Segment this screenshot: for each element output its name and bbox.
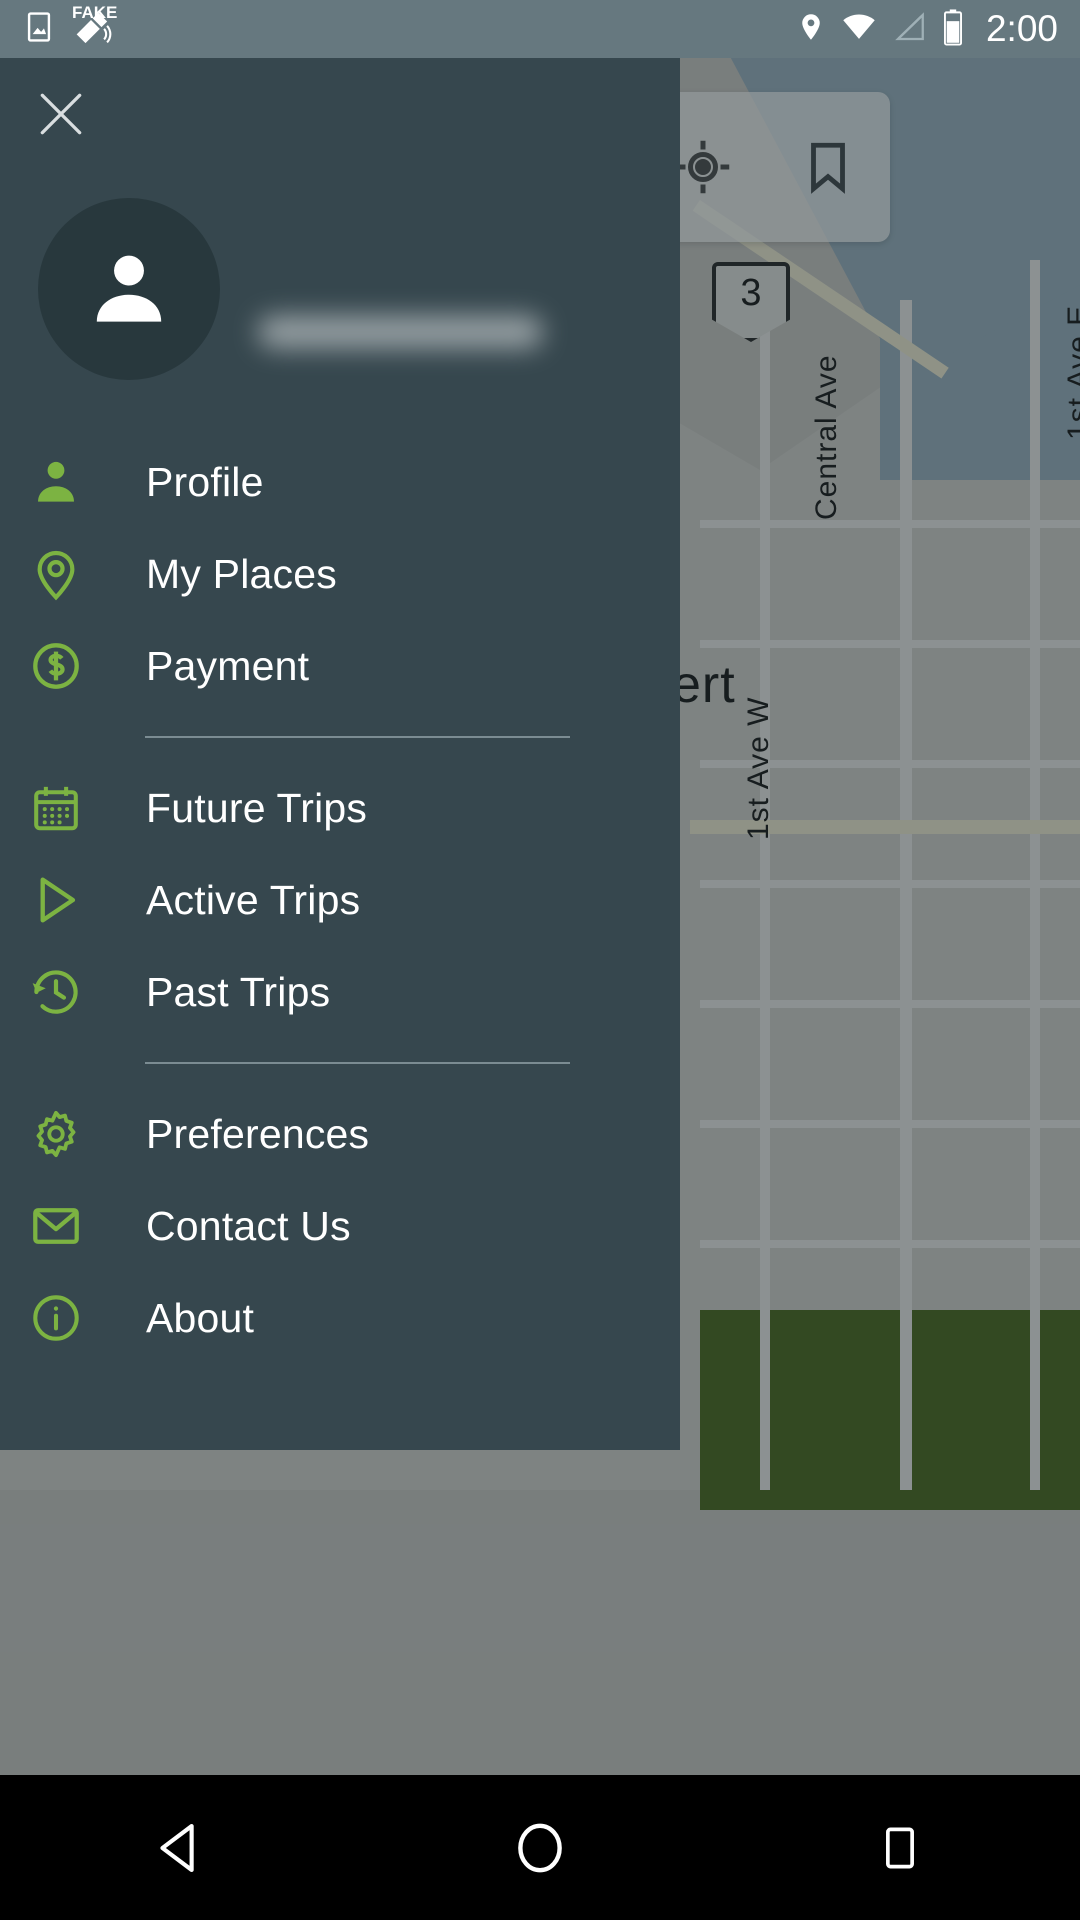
menu-item-label: Active Trips — [146, 876, 361, 923]
menu-item-label: Payment — [146, 642, 310, 689]
app-screen: 3 Central Ave 1st Ave E 1st Ave W ert — [0, 0, 1080, 1920]
recents-button[interactable] — [825, 1775, 975, 1920]
menu-item-active-trips[interactable]: Active Trips — [0, 854, 680, 946]
history-clock-icon — [18, 964, 94, 1020]
menu-item-label: Preferences — [146, 1110, 370, 1157]
cell-signal-icon — [892, 10, 928, 49]
location-pin-icon — [796, 10, 826, 49]
avatar[interactable] — [38, 198, 220, 380]
menu-item-future-trips[interactable]: Future Trips — [0, 762, 680, 854]
menu-divider — [145, 736, 570, 738]
menu-item-preferences[interactable]: Preferences — [0, 1088, 680, 1180]
menu-item-contact-us[interactable]: Contact Us — [0, 1180, 680, 1272]
status-bar-system-icons: 2:00 — [796, 8, 1058, 51]
menu-item-profile[interactable]: Profile — [0, 436, 680, 528]
image-icon — [22, 10, 56, 49]
gear-icon — [18, 1107, 94, 1161]
drawer-menu: Profile My Places Payment Future Trips A… — [0, 436, 680, 1364]
menu-item-label: Contact Us — [146, 1202, 351, 1249]
menu-item-payment[interactable]: Payment — [0, 620, 680, 712]
menu-item-label: Future Trips — [146, 784, 368, 831]
envelope-icon — [18, 1199, 94, 1253]
menu-item-past-trips[interactable]: Past Trips — [0, 946, 680, 1038]
wifi-icon — [839, 10, 879, 49]
menu-item-my-places[interactable]: My Places — [0, 528, 680, 620]
menu-item-label: About — [146, 1294, 255, 1341]
fake-gps-icon: FAKE — [72, 3, 117, 52]
menu-item-label: Profile — [146, 458, 264, 505]
back-button[interactable] — [105, 1775, 255, 1920]
menu-item-label: Past Trips — [146, 968, 331, 1015]
status-bar-notifications: FAKE — [22, 3, 117, 52]
username-redacted — [258, 316, 543, 348]
android-navigation-bar — [0, 1775, 1080, 1920]
home-button[interactable] — [465, 1775, 615, 1920]
info-circle-icon — [18, 1291, 94, 1345]
close-drawer-button[interactable] — [27, 80, 95, 148]
calendar-icon — [18, 781, 94, 835]
menu-item-label: My Places — [146, 550, 337, 597]
map-pin-icon — [18, 546, 94, 602]
status-bar: FAKE 2:00 — [0, 0, 1080, 58]
menu-item-about[interactable]: About — [0, 1272, 680, 1364]
dollar-circle-icon — [18, 639, 94, 693]
navigation-drawer: Profile My Places Payment Future Trips A… — [0, 58, 680, 1450]
status-bar-clock: 2:00 — [985, 8, 1058, 49]
fake-gps-label: FAKE — [72, 2, 118, 22]
battery-icon — [941, 8, 965, 51]
person-icon — [18, 454, 94, 510]
play-triangle-icon — [18, 871, 94, 929]
menu-divider — [145, 1062, 570, 1064]
